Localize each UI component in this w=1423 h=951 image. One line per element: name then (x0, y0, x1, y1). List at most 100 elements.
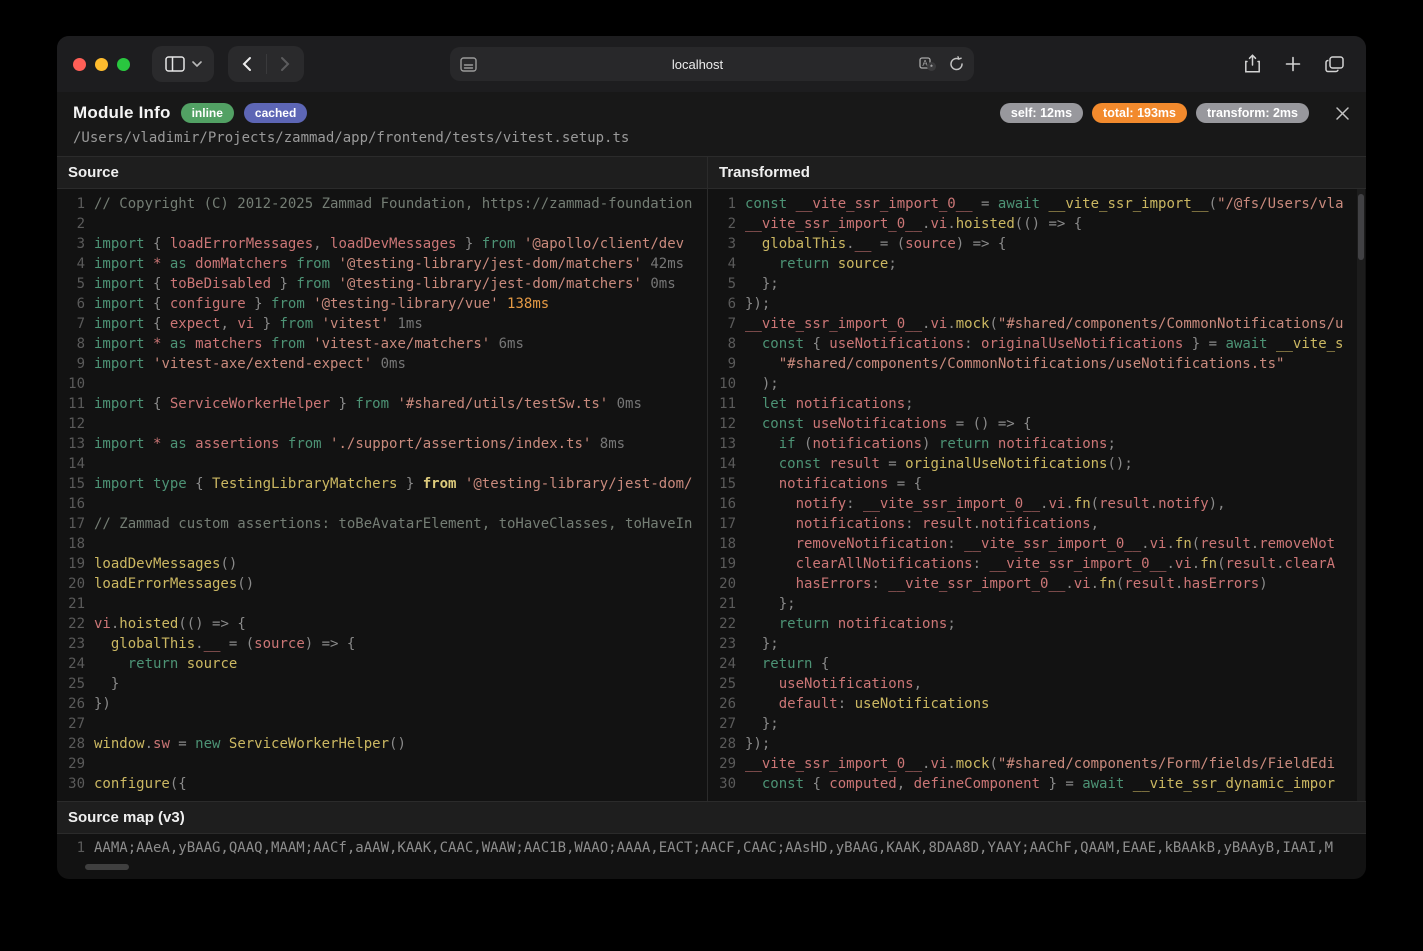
code-text: return notifications; (745, 614, 956, 634)
reader-icon[interactable] (460, 57, 477, 72)
code-text: hasErrors: __vite_ssr_import_0__.vi.fn(r… (745, 574, 1268, 594)
transformed-panel-title: Transformed (708, 157, 1366, 189)
code-text: import { toBeDisabled } from '@testing-l… (94, 274, 676, 294)
line-number: 4 (708, 254, 736, 274)
code-line: 1// Copyright (C) 2012-2025 Zammad Found… (57, 194, 707, 214)
code-text: loadDevMessages() (94, 554, 237, 574)
close-panel-button[interactable] (1335, 106, 1350, 121)
code-text: return { (745, 654, 829, 674)
code-line: 11 let notifications; (708, 394, 1366, 414)
code-text: return source; (745, 254, 897, 274)
code-text: const useNotifications = () => { (745, 414, 1032, 434)
line-number: 4 (57, 254, 85, 274)
line-number: 27 (57, 714, 85, 734)
horizontal-scrollbar-thumb[interactable] (85, 864, 129, 870)
module-path: /Users/vladimir/Projects/zammad/app/fron… (73, 130, 1350, 146)
code-text: }; (745, 594, 796, 614)
code-text: }); (745, 734, 770, 754)
code-text: notifications: result.notifications, (745, 514, 1099, 534)
code-line: 7__vite_ssr_import_0__.vi.mock("#shared/… (708, 314, 1366, 334)
line-number: 17 (708, 514, 736, 534)
code-line: 9 "#shared/components/CommonNotification… (708, 354, 1366, 374)
line-number: 23 (708, 634, 736, 654)
line-number: 3 (708, 234, 736, 254)
code-text: ); (745, 374, 779, 394)
translate-icon[interactable]: A * (919, 57, 937, 72)
line-number: 25 (57, 674, 85, 694)
back-button[interactable] (229, 46, 266, 82)
minimize-window-button[interactable] (95, 58, 108, 71)
code-text: __vite_ssr_import_0__.vi.hoisted(() => { (745, 214, 1082, 234)
code-line: 13 if (notifications) return notificatio… (708, 434, 1366, 454)
url-text[interactable]: localhost (477, 57, 919, 72)
code-text: import { ServiceWorkerHelper } from '#sh… (94, 394, 642, 414)
code-text: const __vite_ssr_import_0__ = await __vi… (745, 194, 1344, 214)
code-line: 4 import * as domMatchers from '@testing-… (57, 254, 707, 274)
code-text: }; (745, 714, 779, 734)
close-icon (1335, 106, 1350, 121)
transformed-panel: Transformed 1const __vite_ssr_import_0__… (707, 157, 1366, 801)
vertical-scrollbar[interactable] (1357, 189, 1365, 801)
code-line: 12 (57, 414, 707, 434)
code-line: 23 }; (708, 634, 1366, 654)
code-line: 6}); (708, 294, 1366, 314)
line-number: 15 (708, 474, 736, 494)
tabs-overview-button[interactable] (1325, 56, 1344, 73)
code-text: const result = originalUseNotifications(… (745, 454, 1133, 474)
code-text: return source (94, 654, 237, 674)
code-line: 10 ); (708, 374, 1366, 394)
code-text: // Zammad custom assertions: toBeAvatarE… (94, 514, 692, 534)
line-number: 10 (57, 374, 85, 394)
line-number: 28 (57, 734, 85, 754)
code-line: 9import 'vitest-axe/extend-expect' 0ms (57, 354, 707, 374)
share-button[interactable] (1244, 54, 1261, 74)
line-number: 25 (708, 674, 736, 694)
code-line: 25 } (57, 674, 707, 694)
line-number: 20 (708, 574, 736, 594)
reload-icon[interactable] (949, 56, 964, 72)
code-line: 8import * as matchers from 'vitest-axe/m… (57, 334, 707, 354)
code-text: globalThis.__ = (source) => { (745, 234, 1006, 254)
code-text: "#shared/components/CommonNotifications/… (745, 354, 1284, 374)
line-number: 14 (57, 454, 85, 474)
line-number: 21 (57, 594, 85, 614)
code-text: }; (745, 274, 779, 294)
sourcemap-mapping: AAMA;AAeA,yBAAG,QAAQ,MAAM;AACf,aAAW,KAAK… (94, 838, 1333, 862)
line-number: 18 (57, 534, 85, 554)
line-number: 2 (708, 214, 736, 234)
svg-text:*: * (930, 62, 933, 71)
code-line: 12 const useNotifications = () => { (708, 414, 1366, 434)
browser-window: localhost A * (57, 36, 1366, 879)
line-number: 19 (57, 554, 85, 574)
close-window-button[interactable] (73, 58, 86, 71)
line-number: 6 (57, 294, 85, 314)
code-text: removeNotification: __vite_ssr_import_0_… (745, 534, 1335, 554)
line-number: 17 (57, 514, 85, 534)
module-info-header: Module Info inline cached self: 12ms tot… (57, 92, 1366, 157)
sourcemap-title: Source map (v3) (57, 801, 1366, 834)
code-line: 26 default: useNotifications (708, 694, 1366, 714)
code-panels: Source 1// Copyright (C) 2012-2025 Zamma… (57, 157, 1366, 801)
browser-toolbar: localhost A * (57, 36, 1366, 92)
sidebar-toggle-button[interactable] (152, 46, 214, 82)
line-number: 9 (708, 354, 736, 374)
code-text: import * as domMatchers from '@testing-l… (94, 254, 684, 274)
zoom-window-button[interactable] (117, 58, 130, 71)
code-text: configure({ (94, 774, 187, 794)
code-line: 5 }; (708, 274, 1366, 294)
line-number: 15 (57, 474, 85, 494)
timing-badges: self: 12ms total: 193ms transform: 2ms (1000, 103, 1309, 123)
new-tab-button[interactable] (1285, 56, 1301, 72)
address-bar[interactable]: localhost A * (450, 47, 974, 81)
forward-button[interactable] (267, 46, 304, 82)
code-text: const { useNotifications: originalUseNot… (745, 334, 1343, 354)
code-line: 30 const { computed, defineComponent } =… (708, 774, 1366, 794)
timing-total: total: 193ms (1092, 103, 1187, 123)
line-number: 13 (708, 434, 736, 454)
line-number: 16 (708, 494, 736, 514)
code-text: let notifications; (745, 394, 914, 414)
vertical-scrollbar-thumb[interactable] (1358, 194, 1364, 260)
sidebar-icon (165, 56, 185, 72)
forward-icon (280, 56, 290, 72)
code-line: 13import * as assertions from './support… (57, 434, 707, 454)
